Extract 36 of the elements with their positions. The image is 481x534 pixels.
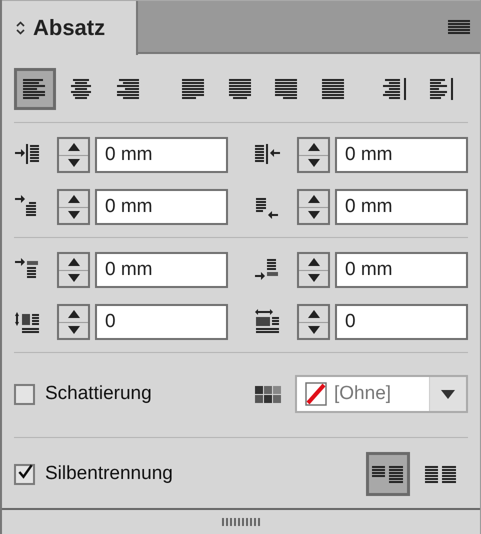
panel-tab[interactable]: Absatz	[2, 1, 138, 55]
swatch-name: [Ohne]	[334, 383, 392, 405]
align-lines-icon	[322, 78, 346, 100]
align-lines-icon	[116, 78, 141, 100]
shading-label: Schattierung	[45, 383, 152, 405]
align-lines-icon	[70, 78, 94, 100]
number-field[interactable]: 0 mm	[95, 189, 228, 225]
checkbox[interactable]	[14, 464, 35, 484]
align-button[interactable]	[14, 68, 56, 110]
caret-icon	[441, 390, 455, 398]
number-field[interactable]: 0 mm	[335, 189, 468, 225]
swatches-icon	[255, 386, 281, 402]
align-lines-icon	[275, 78, 300, 100]
columns-icon	[372, 465, 404, 483]
expand-collapse-icon	[16, 21, 25, 35]
checkbox[interactable]	[14, 384, 35, 404]
align-lines-icon	[22, 78, 47, 100]
number-field[interactable]: 0 mm	[335, 137, 468, 173]
menu-icon[interactable]	[448, 20, 470, 34]
drop-cap-chars-icon	[254, 309, 282, 335]
align-lines-icon	[228, 78, 253, 100]
composer-button[interactable]	[366, 452, 410, 496]
number-field[interactable]: 0 mm	[335, 252, 468, 288]
hyphenation-label: Silbentrennung	[45, 463, 173, 485]
swatch-dropdown[interactable]: [Ohne]	[295, 375, 468, 413]
resize-grip-icon[interactable]	[222, 518, 260, 526]
number-field[interactable]: 0 mm	[95, 252, 228, 288]
number-field[interactable]: 0	[95, 304, 228, 340]
number-field[interactable]: 0 mm	[95, 137, 228, 173]
spine-align-icon	[383, 78, 408, 100]
columns-icon	[425, 465, 457, 483]
panel-title: Absatz	[33, 15, 106, 41]
number-field[interactable]: 0	[335, 304, 468, 340]
spine-align-icon	[430, 78, 454, 100]
align-lines-icon	[182, 78, 206, 100]
none-swatch-icon	[305, 382, 327, 406]
